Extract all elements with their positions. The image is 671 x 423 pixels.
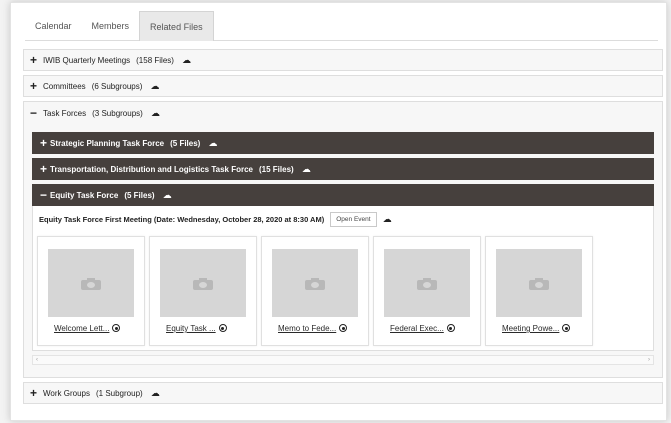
cloud-download-icon[interactable]: ☁ [302, 164, 311, 175]
file-card[interactable]: Equity Task ... [149, 236, 257, 346]
expand-icon[interactable]: + [30, 387, 41, 399]
file-link[interactable]: Memo to Fede... [278, 324, 348, 333]
file-name[interactable]: Welcome Lett... [54, 324, 109, 333]
group-name: Committees [43, 81, 86, 91]
subgroup-strategic-planning[interactable]: + Strategic Planning Task Force (5 Files… [32, 132, 654, 154]
cloud-download-icon[interactable]: ☁ [151, 108, 160, 119]
task-forces-list: + Strategic Planning Task Force (5 Files… [24, 124, 662, 377]
camera-icon [529, 277, 549, 290]
camera-icon [193, 277, 213, 290]
subgroup-name: Transportation, Distribution and Logisti… [50, 164, 253, 174]
camera-icon [417, 277, 437, 290]
subgroup-count: (5 Files) [124, 190, 155, 200]
view-icon[interactable] [112, 324, 121, 332]
scroll-left-arrow[interactable]: ‹ [36, 357, 38, 363]
group-name: IWIB Quarterly Meetings [43, 55, 131, 65]
file-thumbnail[interactable] [272, 249, 358, 317]
group-work-groups[interactable]: + Work Groups (1 Subgroup) ☁ [23, 382, 663, 404]
expand-icon[interactable]: + [30, 54, 41, 66]
collapse-icon[interactable]: − [40, 189, 50, 201]
file-name[interactable]: Meeting Powe... [502, 324, 559, 333]
subgroup-transportation[interactable]: + Transportation, Distribution and Logis… [32, 158, 654, 180]
file-name[interactable]: Equity Task ... [166, 324, 216, 333]
file-name[interactable]: Memo to Fede... [278, 324, 336, 333]
tab-members[interactable]: Members [82, 11, 140, 40]
group-task-forces-header[interactable]: − Task Forces (3 Subgroups) ☁ [24, 102, 662, 124]
group-count: (3 Subgroups) [92, 108, 143, 118]
camera-icon [81, 277, 101, 290]
group-committees[interactable]: + Committees (6 Subgroups) ☁ [23, 75, 663, 97]
file-link[interactable]: Equity Task ... [166, 324, 227, 333]
file-link[interactable]: Federal Exec... [390, 324, 455, 333]
horizontal-scrollbar[interactable]: ‹ › [32, 355, 654, 365]
file-thumbnail[interactable] [496, 249, 582, 317]
subgroup-count: (15 Files) [259, 164, 294, 174]
file-card[interactable]: Welcome Lett... [37, 236, 145, 346]
file-thumbnail[interactable] [384, 249, 470, 317]
file-link[interactable]: Welcome Lett... [54, 324, 121, 333]
file-link[interactable]: Meeting Powe... [502, 324, 571, 333]
cloud-download-icon[interactable]: ☁ [182, 55, 191, 66]
meeting-title: Equity Task Force First Meeting (Date: W… [39, 214, 325, 224]
group-name: Task Forces [43, 108, 87, 118]
cloud-download-icon[interactable]: ☁ [208, 138, 217, 149]
group-count: (158 Files) [136, 55, 174, 65]
main-window: Calendar Members Related Files + IWIB Qu… [10, 2, 667, 421]
file-thumbnail[interactable] [48, 249, 134, 317]
group-name: Work Groups [43, 388, 90, 398]
expand-icon[interactable]: + [40, 163, 50, 175]
file-card[interactable]: Federal Exec... [373, 236, 481, 346]
subgroup-name: Equity Task Force [50, 190, 119, 200]
subgroup-count: (5 Files) [170, 138, 201, 148]
open-event-button[interactable]: Open Event [330, 211, 377, 227]
related-files-panel: + IWIB Quarterly Meetings (158 Files) ☁ … [23, 49, 663, 408]
cloud-download-icon[interactable]: ☁ [163, 190, 172, 201]
expand-icon[interactable]: + [30, 80, 41, 92]
group-iwib-quarterly-meetings[interactable]: + IWIB Quarterly Meetings (158 Files) ☁ [23, 49, 663, 71]
file-cards: Welcome Lett... Equity Task ... Memo to … [33, 232, 653, 350]
subgroup-name: Strategic Planning Task Force [50, 138, 165, 148]
collapse-icon[interactable]: − [30, 107, 41, 119]
file-card[interactable]: Meeting Powe... [485, 236, 593, 346]
file-name[interactable]: Federal Exec... [390, 324, 444, 333]
tab-bar: Calendar Members Related Files [25, 11, 658, 41]
equity-task-force-content: Equity Task Force First Meeting (Date: W… [32, 206, 654, 351]
view-icon[interactable] [446, 324, 455, 332]
camera-icon [305, 277, 325, 290]
view-icon[interactable] [562, 324, 571, 332]
tab-calendar[interactable]: Calendar [25, 11, 82, 40]
group-task-forces: − Task Forces (3 Subgroups) ☁ + Strategi… [23, 101, 663, 378]
group-count: (6 Subgroups) [91, 81, 143, 91]
cloud-download-icon[interactable]: ☁ [151, 388, 160, 399]
expand-icon[interactable]: + [40, 137, 50, 149]
view-icon[interactable] [218, 324, 227, 332]
view-icon[interactable] [339, 324, 348, 332]
cloud-download-icon[interactable]: ☁ [150, 81, 159, 92]
file-thumbnail[interactable] [160, 249, 246, 317]
file-card[interactable]: Memo to Fede... [261, 236, 369, 346]
cloud-download-icon[interactable]: ☁ [383, 214, 392, 225]
tab-related-files[interactable]: Related Files [139, 11, 214, 41]
subgroup-equity[interactable]: − Equity Task Force (5 Files) ☁ [32, 184, 654, 206]
group-count: (1 Subgroup) [95, 388, 143, 398]
scroll-right-arrow[interactable]: › [648, 357, 650, 363]
meeting-row: Equity Task Force First Meeting (Date: W… [33, 206, 653, 232]
